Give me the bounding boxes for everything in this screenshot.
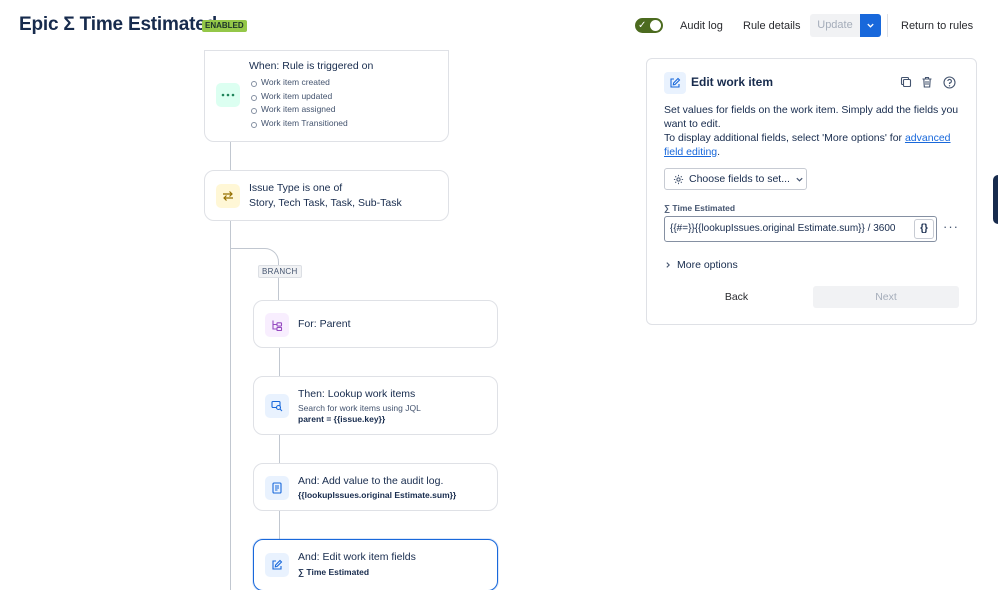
field-value: {{#=}}{{lookupIssues.original Estimate.s… (670, 223, 896, 234)
edit-icon (664, 72, 686, 94)
next-button[interactable]: Next (813, 286, 959, 308)
edit-work-item-panel: Edit work item Set values for fields on … (646, 58, 977, 325)
rule-details-button[interactable]: Rule details (743, 16, 800, 36)
rule-enabled-toggle[interactable]: ✓ (635, 18, 663, 33)
document-icon (265, 476, 289, 500)
rule-header: Epic Σ Time Estimated ENABLED ✓ Audit lo… (0, 0, 998, 52)
audit-value: {{lookupIssues.original Estimate.sum}} (298, 490, 457, 500)
desc-end: . (717, 146, 721, 158)
copy-icon[interactable] (899, 75, 913, 89)
side-panel-handle[interactable] (993, 175, 998, 224)
audit-card[interactable]: And: Add value to the audit log. {{looku… (253, 463, 498, 511)
lookup-title: Then: Lookup work items (298, 388, 416, 400)
back-button[interactable]: Back (664, 286, 809, 308)
status-badge: ENABLED (202, 20, 247, 32)
chevron-right-icon (666, 262, 670, 268)
list-item: Work item updated (249, 90, 348, 104)
list-item: Work item Transitioned (249, 117, 348, 131)
branch-label: BRANCH (258, 265, 302, 278)
choose-fields-dropdown[interactable]: Choose fields to set... (664, 168, 807, 190)
lookup-card[interactable]: Then: Lookup work items Search for work … (253, 376, 498, 435)
more-options-toggle[interactable]: More options (664, 259, 738, 271)
more-actions-icon[interactable]: ··· (943, 220, 959, 233)
smart-value-button[interactable]: {} (914, 219, 934, 239)
more-options-label: More options (677, 259, 738, 271)
chevron-down-icon (796, 177, 803, 182)
branch-parent-card[interactable]: For: Parent (253, 300, 498, 348)
header-divider (887, 14, 888, 37)
update-button[interactable]: Update (810, 14, 860, 37)
edit-icon (265, 553, 289, 577)
gear-icon (673, 174, 684, 184)
return-to-rules-button[interactable]: Return to rules (901, 16, 973, 36)
edit-value: ∑ Time Estimated (298, 567, 370, 577)
condition-card[interactable]: Issue Type is one of Story, Tech Task, T… (204, 170, 449, 221)
help-icon[interactable] (942, 75, 956, 89)
condition-value: Story, Tech Task, Task, Sub-Task (249, 197, 402, 209)
trigger-title: When: Rule is triggered on (249, 60, 374, 72)
check-icon: ✓ (638, 20, 647, 31)
lookup-jql: parent = {{issue.key}} (298, 414, 386, 424)
connector-line (279, 511, 280, 539)
hierarchy-icon (265, 313, 289, 337)
condition-title: Issue Type is one of (249, 182, 343, 194)
audit-title: And: Add value to the audit log. (298, 475, 444, 487)
update-options-button[interactable] (860, 14, 881, 37)
toggle-knob (650, 20, 661, 31)
field-label: ∑ Time Estimated (664, 203, 736, 213)
list-item: Work item created (249, 76, 348, 90)
list-item: Work item assigned (249, 103, 348, 117)
swap-arrows-icon (216, 184, 240, 208)
edit-card[interactable]: And: Edit work item fields ∑ Time Estima… (253, 539, 498, 590)
ellipsis-icon (216, 83, 240, 107)
time-estimated-input[interactable]: {{#=}}{{lookupIssues.original Estimate.s… (664, 216, 937, 242)
desc-line2: To display additional fields, select 'Mo… (664, 132, 905, 144)
connector-line (279, 348, 280, 376)
lookup-subtitle: Search for work items using JQL (298, 403, 421, 413)
rule-title: Epic Σ Time Estimated (19, 14, 217, 35)
trash-icon[interactable] (920, 75, 934, 89)
branch-parent-title: For: Parent (298, 318, 351, 330)
trigger-list: Work item created Work item updated Work… (249, 76, 348, 130)
panel-title: Edit work item (691, 75, 774, 89)
choose-fields-label: Choose fields to set... (689, 173, 790, 185)
chevron-down-icon (867, 23, 874, 28)
edit-title: And: Edit work item fields (298, 551, 416, 563)
trigger-card[interactable]: When: Rule is triggered on Work item cre… (204, 50, 449, 142)
connector-line (230, 142, 231, 170)
connector-line (279, 435, 280, 463)
audit-log-button[interactable]: Audit log (680, 16, 723, 36)
search-items-icon (265, 394, 289, 418)
panel-description: Set values for fields on the work item. … (664, 103, 964, 159)
desc-line1: Set values for fields on the work item. … (664, 104, 959, 130)
